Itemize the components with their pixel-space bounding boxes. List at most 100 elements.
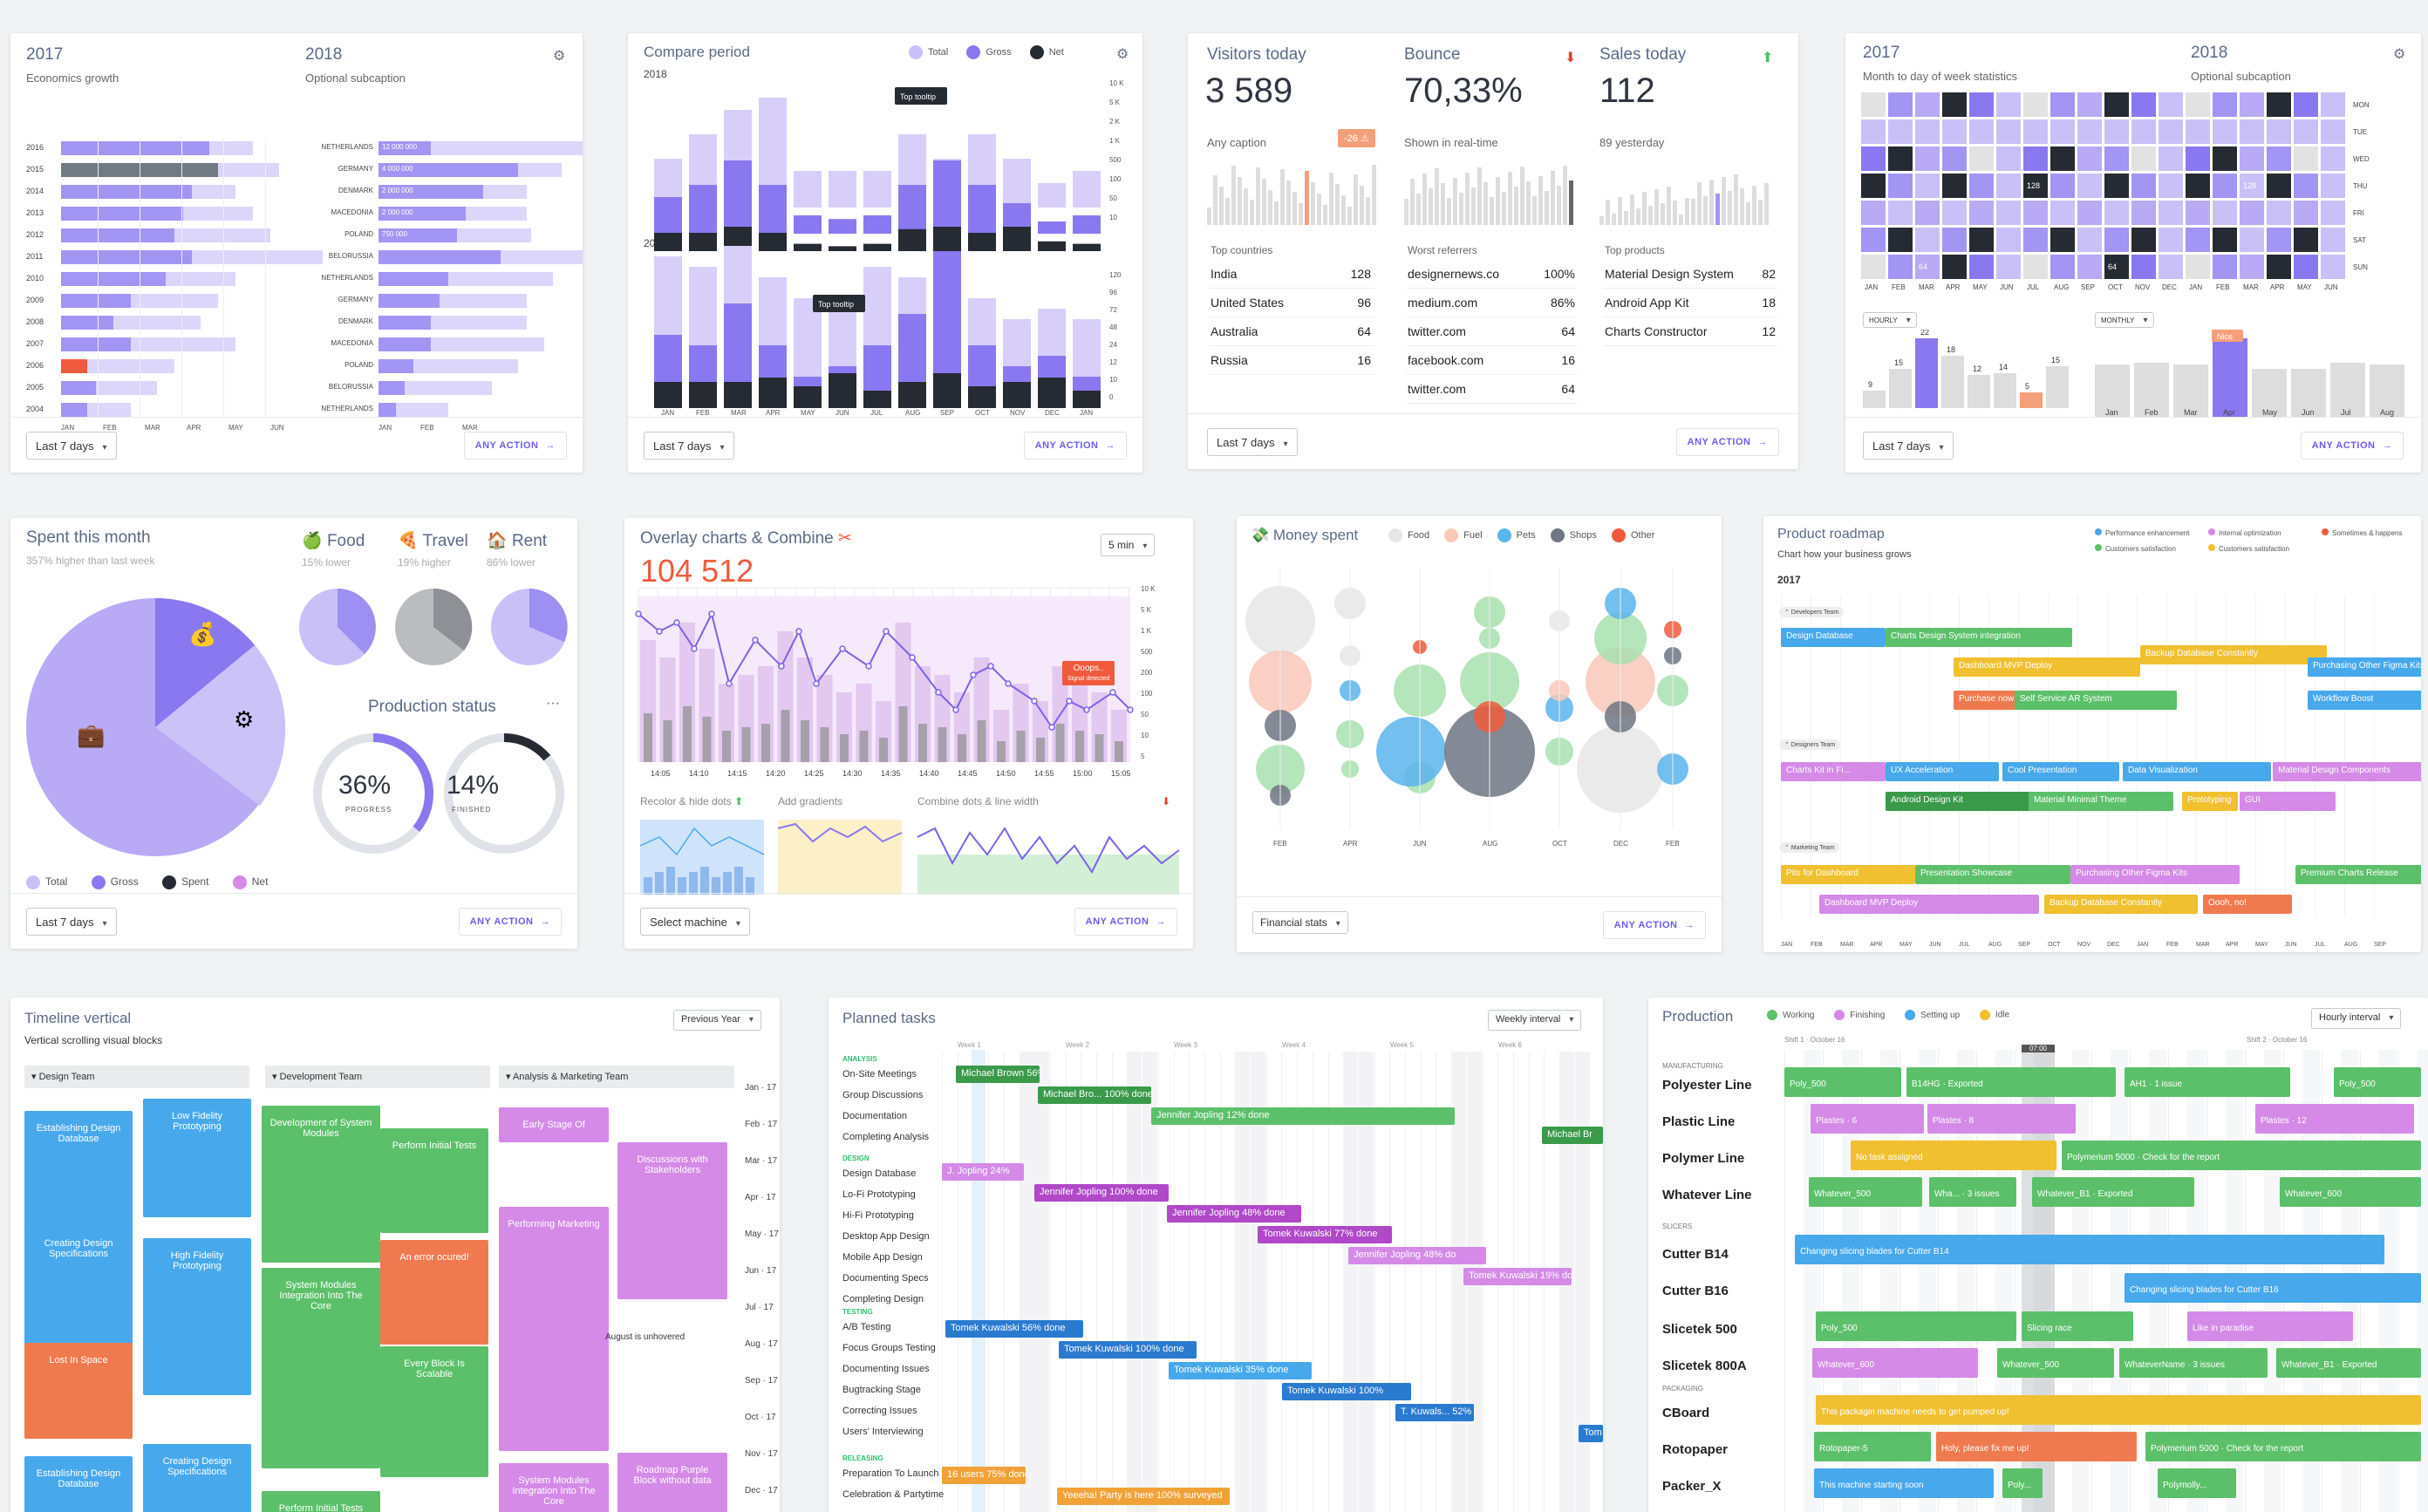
travel-label: 🍕 Travel — [398, 530, 468, 551]
month-label: JAN — [661, 409, 674, 417]
bar-fg — [761, 724, 770, 762]
heatmap-grid: 128 128 64 64 MON TUE WED THU FRI SAT SUN JAN FEB MAR… — [1861, 92, 2411, 310]
bar-net-2018 — [689, 233, 717, 251]
period-select[interactable]: Last 7 days ▾ — [1863, 432, 1954, 460]
hourly-select[interactable]: HOURLY ▾ — [1863, 312, 1917, 328]
bounce-caption: Shown in real-time — [1404, 136, 1498, 149]
legend-item: Performance enhancement — [2095, 528, 2190, 537]
gear-icon[interactable]: ⚙ — [1116, 45, 1129, 63]
sub-chart-3-title: Combine dots & line width — [917, 795, 1039, 807]
y-tick: 500 — [1109, 156, 1122, 164]
spark-bar — [1213, 175, 1217, 225]
period-select[interactable]: Last 7 days ▾ — [1207, 428, 1298, 456]
monthly-label: Aug — [2380, 408, 2394, 417]
heat-cell — [2213, 92, 2237, 117]
gear-icon[interactable]: ⚙ — [553, 47, 565, 65]
machine-select[interactable]: Select machine ▾ — [640, 908, 750, 936]
task-label: On-Site Meetings — [842, 1069, 917, 1080]
any-action-button[interactable]: ANY ACTION → — [1602, 911, 1706, 939]
production-card: Production Working Finishing Setting up … — [1648, 998, 2428, 1512]
stats-select[interactable]: Financial stats ▾ — [1252, 911, 1348, 934]
sub1-bar — [689, 872, 698, 895]
spark-bar — [1551, 171, 1555, 225]
bar-net-2018 — [1073, 243, 1101, 251]
task-label: Desktop App Design — [842, 1231, 930, 1242]
period-select[interactable]: Last 7 days ▾ — [26, 908, 117, 936]
any-action-button[interactable]: ANY ACTION → — [463, 432, 567, 460]
heat-cell — [1996, 146, 2021, 171]
bar-net-2017 — [1038, 378, 1066, 408]
task-bar: Jennifer Jopling 48% do — [1348, 1247, 1486, 1264]
spark-bar — [1673, 201, 1677, 225]
task-bar: T. Kuwals... 52% — [1395, 1404, 1474, 1421]
any-action-button[interactable]: ANY ACTION → — [458, 908, 562, 936]
monthly-label: Feb — [2145, 408, 2159, 417]
any-action-button[interactable]: ANY ACTION → — [2300, 432, 2404, 460]
production-bar: This machine starting soon — [1814, 1468, 1994, 1498]
month-label: JAN — [2189, 283, 2203, 291]
legend-dot-shops — [1550, 528, 1565, 542]
compare-chart: JAN FEB MAR APR MAY JUN JUL AUG SEP OCT NOV DEC JAN 1… — [654, 79, 1124, 417]
heat-cell — [2267, 228, 2291, 252]
overlay-sub-charts — [639, 820, 1180, 895]
spark-bar — [1496, 177, 1500, 225]
heat-cell — [2267, 255, 2291, 279]
bar-net-2017 — [794, 386, 822, 408]
heat-cell — [1861, 92, 1886, 117]
day-column — [1034, 1052, 1050, 1512]
month-label: JAN — [1080, 409, 1093, 417]
roadmap-bar: Backup Database Constantly — [2140, 645, 2327, 664]
heat-cell — [2186, 119, 2210, 144]
heat-cell — [2267, 174, 2291, 198]
spark-bar — [1667, 187, 1671, 225]
roadmap-bar: Presentation Showcase — [1915, 865, 2070, 884]
interval-select[interactable]: 5 min ▾ — [1101, 534, 1156, 556]
sub1-bar — [723, 872, 732, 895]
any-action-button[interactable]: ANY ACTION → — [1074, 908, 1177, 936]
period-select[interactable]: Last 7 days ▾ — [644, 432, 734, 460]
task-label: Documenting Specs — [842, 1273, 929, 1284]
sub1-bar — [700, 867, 709, 895]
month-label: FEB — [1892, 283, 1906, 291]
sales-caption: 89 yesterday — [1599, 136, 1665, 149]
gear-icon[interactable]: ⚙ — [2393, 45, 2405, 63]
spark-bar — [1630, 194, 1634, 225]
month-label: Dec · 17 — [745, 1486, 778, 1495]
any-action-button[interactable]: ANY ACTION → — [1675, 428, 1779, 456]
country-name: Australia — [1211, 324, 1258, 338]
month-label: JUN — [1413, 840, 1427, 848]
heat-cell — [1996, 92, 2021, 117]
spark-bar — [1691, 199, 1695, 225]
travel-name: Travel — [422, 532, 468, 550]
legend-dot — [2208, 544, 2215, 551]
heat-cell — [1969, 92, 1994, 117]
trend-dot — [1109, 689, 1116, 696]
spark-bar — [1360, 186, 1364, 225]
heat-cell — [2159, 146, 2183, 171]
spark-bar — [1483, 182, 1488, 225]
footer: Last 7 days ▾ ANY ACTION → — [10, 893, 577, 949]
heat-cell — [1942, 255, 1967, 279]
heat-cell — [2131, 174, 2156, 198]
production-bar: Whatever_600 — [1812, 1348, 1978, 1378]
y-tick: 5 — [1141, 753, 1145, 760]
day-column — [1019, 1052, 1034, 1512]
any-action-label: ANY ACTION — [1687, 437, 1751, 447]
any-action-button[interactable]: ANY ACTION → — [1023, 432, 1127, 460]
more-icon[interactable]: ··· — [546, 696, 560, 712]
spark-bar — [1280, 169, 1285, 225]
team-chip: ⌃ Designers Team — [1779, 739, 1841, 750]
task-label: Hi-Fi Prototyping — [842, 1210, 914, 1221]
spark-bar — [1654, 189, 1659, 225]
money-legend: Food Fuel Pets Shops Other — [1388, 528, 1654, 542]
spark-bar — [1648, 206, 1653, 225]
tooltip-text: Top tooltip — [900, 92, 936, 101]
month-label: AUG — [2344, 942, 2358, 948]
gridline — [265, 138, 266, 417]
monthly-select[interactable]: MONTHLY ▾ — [2095, 312, 2154, 328]
y-tick: 96 — [1109, 289, 1117, 296]
heat-cell — [2023, 119, 2048, 144]
period-select[interactable]: Last 7 days ▾ — [26, 432, 117, 460]
line-label: Cutter B14 — [1662, 1247, 1729, 1262]
heat-cell — [2213, 255, 2237, 279]
